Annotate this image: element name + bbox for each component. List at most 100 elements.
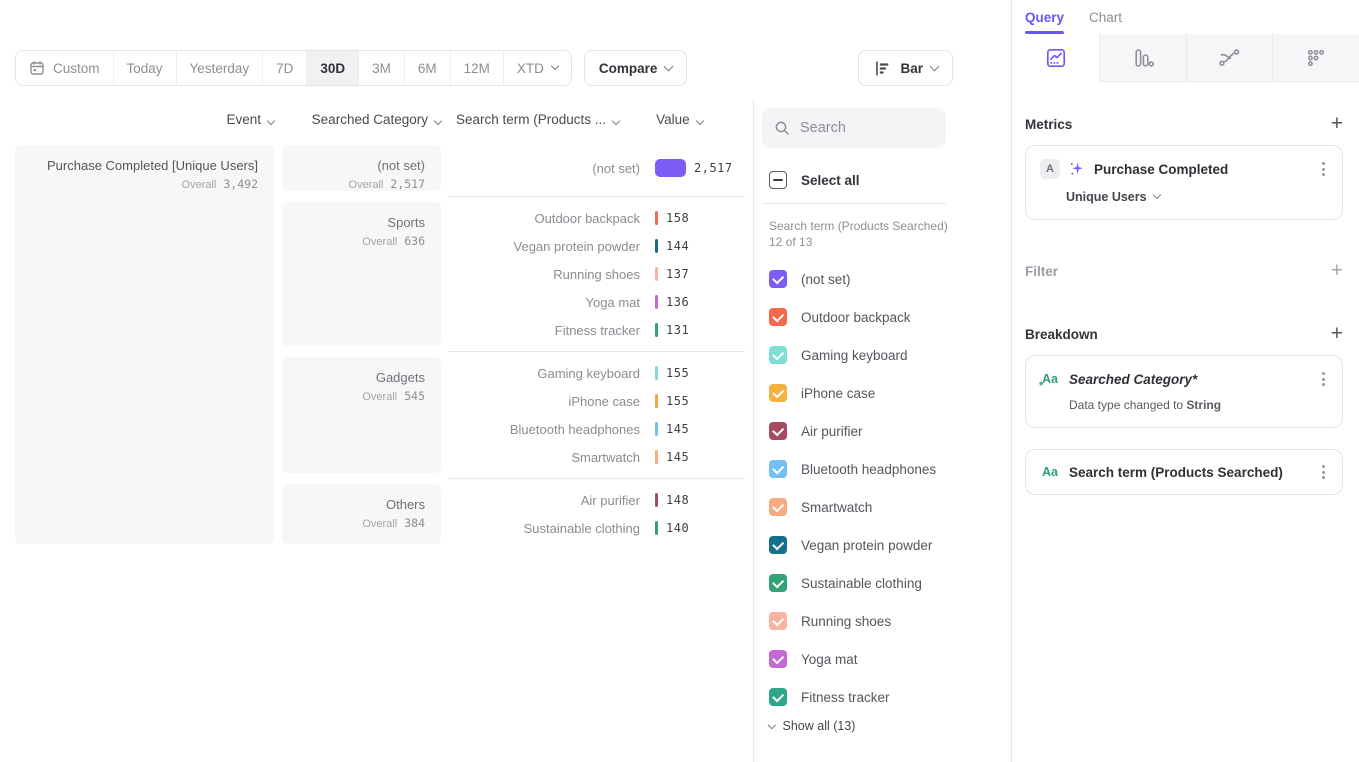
report-tab-retention[interactable] [1272, 34, 1359, 82]
checkbox-checked-icon[interactable] [769, 346, 787, 364]
metric-card[interactable]: A Purchase Completed Unique Users [1025, 145, 1343, 220]
breakdown-section-header: Breakdown + [1025, 326, 1343, 342]
column-header-search-term[interactable]: Search term (Products ... [456, 112, 619, 127]
range-3m[interactable]: 3M [358, 51, 404, 85]
checkbox-checked-icon[interactable] [769, 574, 787, 592]
tab-chart[interactable]: Chart [1089, 10, 1122, 34]
breakdown-menu-button[interactable] [1319, 462, 1328, 482]
value-bar [655, 422, 658, 436]
segment-label: Air purifier [801, 424, 863, 439]
category-bands: (not set)Overall2,517(not set)2,517Sport… [282, 145, 745, 544]
checkbox-checked-icon[interactable] [769, 308, 787, 326]
segment-checkbox-item[interactable]: Bluetooth headphones [762, 450, 1012, 488]
flows-icon [1217, 46, 1241, 70]
segment-checkbox-item[interactable]: Sustainable clothing [762, 564, 1012, 602]
value-bar [655, 450, 658, 464]
add-filter-button[interactable]: + [1331, 263, 1343, 279]
value-text: 145 [666, 422, 689, 436]
chevron-down-icon [612, 117, 620, 125]
breakdown-heading: Breakdown [1025, 327, 1098, 342]
category-overall: Overall636 [282, 234, 425, 248]
calendar-icon [29, 60, 45, 76]
range-7d[interactable]: 7D [262, 51, 306, 85]
category-name: Others [282, 497, 425, 512]
segment-checkbox-item[interactable]: Running shoes [762, 602, 1012, 640]
value-bar [655, 211, 658, 225]
report-tab-funnels[interactable] [1100, 34, 1186, 82]
segment-label: Smartwatch [801, 500, 872, 515]
add-metric-button[interactable]: + [1331, 116, 1343, 132]
chart-type-button[interactable]: Bar [858, 50, 953, 86]
filter-section-header: Filter + [1025, 263, 1343, 279]
select-all-row[interactable]: Select all [762, 171, 1012, 189]
term-label: Smartwatch [448, 450, 640, 465]
select-all-checkbox[interactable] [769, 171, 787, 189]
report-tab-flows[interactable] [1186, 34, 1273, 82]
compare-button[interactable]: Compare [584, 50, 688, 86]
chevron-down-icon [434, 117, 442, 125]
term-label: iPhone case [448, 394, 640, 409]
band: OthersOverall384Air purifier148Sustainab… [282, 484, 745, 544]
checkbox-checked-icon[interactable] [769, 650, 787, 668]
category-name: Gadgets [282, 370, 425, 385]
checkbox-checked-icon[interactable] [769, 498, 787, 516]
segment-checkbox-item[interactable]: (not set) [762, 260, 1012, 298]
range-custom[interactable]: Custom [16, 51, 113, 85]
breakdown-card[interactable]: Aa*Searched Category*Data type changed t… [1025, 355, 1343, 428]
checkbox-checked-icon[interactable] [769, 384, 787, 402]
table-row: (not set)2,517 [448, 154, 745, 182]
segment-checkbox-item[interactable]: Vegan protein powder [762, 526, 1012, 564]
range-12m[interactable]: 12M [450, 51, 503, 85]
segment-label: Gaming keyboard [801, 348, 908, 363]
range-today[interactable]: Today [113, 51, 176, 85]
band: SportsOverall636Outdoor backpack158Vegan… [282, 202, 745, 346]
value-bar [655, 366, 658, 380]
checkbox-checked-icon[interactable] [769, 536, 787, 554]
chevron-down-icon [768, 721, 776, 729]
metric-series-badge: A [1040, 159, 1060, 179]
value-text: 137 [666, 267, 689, 281]
metrics-heading: Metrics [1025, 117, 1072, 132]
show-all-toggle[interactable]: Show all (13) [762, 719, 1012, 733]
range-30d[interactable]: 30D [306, 51, 358, 85]
range-6m[interactable]: 6M [404, 51, 450, 85]
checkbox-checked-icon[interactable] [769, 460, 787, 478]
term-rows: Air purifier148Sustainable clothing140 [448, 484, 745, 544]
segment-checkbox-item[interactable]: Gaming keyboard [762, 336, 1012, 374]
checkbox-checked-icon[interactable] [769, 612, 787, 630]
segment-checkbox-item[interactable]: Smartwatch [762, 488, 1012, 526]
category-cell: (not set)Overall2,517 [282, 145, 441, 191]
tab-query[interactable]: Query [1025, 10, 1064, 34]
segment-checkbox-item[interactable]: Outdoor backpack [762, 298, 1012, 336]
segment-label: Bluetooth headphones [801, 462, 936, 477]
chevron-down-icon [930, 61, 940, 71]
add-breakdown-button[interactable]: + [1331, 326, 1343, 342]
column-header-event[interactable]: Event [15, 112, 274, 127]
search-icon [774, 120, 790, 136]
term-label: (not set) [448, 161, 640, 176]
term-label: Sustainable clothing [448, 521, 640, 536]
search-input[interactable] [800, 120, 930, 136]
segment-checkbox-item[interactable]: Air purifier [762, 412, 1012, 450]
column-header-value[interactable]: Value [656, 112, 703, 127]
metric-menu-button[interactable] [1319, 159, 1328, 179]
breakdown-menu-button[interactable] [1319, 369, 1328, 389]
metric-event-name: Purchase Completed [1094, 162, 1310, 177]
segment-checkbox-item[interactable]: iPhone case [762, 374, 1012, 412]
segment-label: iPhone case [801, 386, 875, 401]
report-tab-insights[interactable] [1013, 34, 1100, 82]
segment-checkbox-item[interactable]: Yoga mat [762, 640, 1012, 678]
column-header-searched-category[interactable]: Searched Category [282, 112, 441, 127]
segment-checkbox-item[interactable]: Fitness tracker [762, 678, 1012, 716]
search-box[interactable] [762, 108, 946, 148]
checkbox-checked-icon[interactable] [769, 270, 787, 288]
range-xtd[interactable]: XTD [503, 51, 571, 85]
checkbox-checked-icon[interactable] [769, 688, 787, 706]
value-text: 145 [666, 450, 689, 464]
aggregation-dropdown[interactable]: Unique Users [1066, 190, 1328, 204]
checkbox-checked-icon[interactable] [769, 422, 787, 440]
breakdown-card[interactable]: AaSearch term (Products Searched) [1025, 449, 1343, 495]
table-row: Outdoor backpack158 [448, 204, 745, 232]
value-bar [655, 295, 658, 309]
range-yesterday[interactable]: Yesterday [176, 51, 263, 85]
